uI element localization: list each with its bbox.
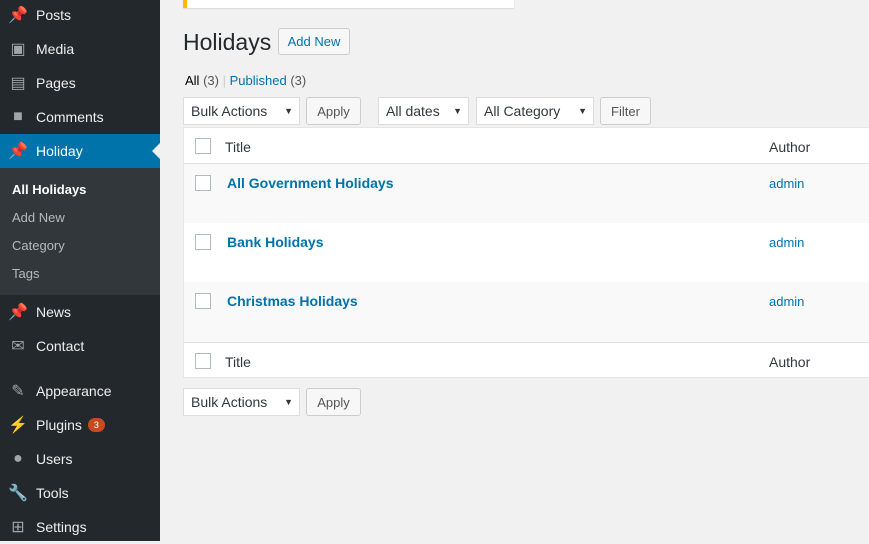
title-column-header[interactable]: Title	[225, 139, 251, 155]
menu-label: Pages	[36, 75, 76, 91]
menu-label: Comments	[36, 109, 104, 125]
admin-notice	[183, 0, 514, 8]
row-checkbox[interactable]	[195, 293, 211, 309]
apply-button[interactable]: Apply	[306, 97, 361, 125]
pin-icon: 📌	[8, 143, 28, 160]
menu-label: Users	[36, 451, 73, 467]
row-checkbox[interactable]	[195, 175, 211, 191]
select-all-checkbox[interactable]	[195, 353, 211, 369]
menu-label: Settings	[36, 519, 87, 535]
menu-comments[interactable]: ■ Comments	[0, 100, 160, 134]
menu-contact[interactable]: ✉ Contact	[0, 329, 160, 363]
menu-label: Holiday	[36, 143, 83, 159]
pin-icon: 📌	[8, 7, 28, 24]
all-count: (3)	[203, 73, 219, 88]
comment-icon: ■	[13, 108, 23, 125]
add-new-button[interactable]: Add New	[278, 28, 350, 55]
title-column-footer[interactable]: Title	[225, 354, 251, 370]
menu-label: Contact	[36, 338, 85, 354]
plugin-icon: ⚡	[8, 417, 28, 434]
mail-icon: ✉	[11, 338, 25, 355]
status-filters: All (3) | Published (3)	[185, 73, 306, 88]
user-icon: ●	[13, 450, 23, 467]
row-title-link[interactable]: All Government Holidays	[227, 175, 393, 191]
row-title-link[interactable]: Bank Holidays	[227, 234, 323, 250]
bulk-actions-select-bottom[interactable]: Bulk Actions	[183, 388, 300, 416]
apply-button-bottom[interactable]: Apply	[306, 388, 361, 416]
submenu-tags[interactable]: Tags	[12, 266, 39, 281]
filter-button[interactable]: Filter	[600, 97, 651, 125]
published-count: (3)	[290, 73, 307, 88]
submenu-add-new[interactable]: Add New	[12, 210, 65, 225]
page-title: Holidays	[183, 29, 272, 55]
wrench-icon: 🔧	[8, 485, 28, 502]
author-column-header: Author	[769, 139, 811, 155]
menu-users[interactable]: ● Users	[0, 442, 160, 476]
separator: |	[222, 73, 226, 88]
menu-holiday[interactable]: 📌 Holiday	[0, 134, 160, 168]
pin-icon: 📌	[8, 304, 28, 321]
filter-all[interactable]: All	[185, 73, 199, 88]
menu-label: Appearance	[36, 383, 112, 399]
menu-news[interactable]: 📌 News	[0, 295, 160, 329]
submenu-all-holidays[interactable]: All Holidays	[12, 182, 86, 197]
menu-media[interactable]: ▣ Media	[0, 32, 160, 66]
table-row: Bank Holidays admin	[184, 223, 869, 282]
holiday-submenu: All Holidays Add New Category Tags	[0, 168, 160, 295]
dates-select[interactable]: All dates	[378, 97, 469, 125]
menu-tools[interactable]: 🔧 Tools	[0, 476, 160, 510]
menu-pages[interactable]: ▤ Pages	[0, 66, 160, 100]
settings-icon: ⊞	[11, 519, 25, 536]
row-author-link[interactable]: admin	[769, 176, 804, 191]
bulk-actions-select[interactable]: Bulk Actions	[183, 97, 300, 125]
media-icon: ▣	[10, 41, 26, 58]
holidays-table: Title Author All Government Holidays adm…	[183, 127, 869, 378]
brush-icon: ✎	[11, 383, 25, 400]
select-all-checkbox[interactable]	[195, 138, 211, 154]
table-row: All Government Holidays admin	[184, 164, 869, 223]
filter-published[interactable]: Published	[230, 73, 287, 88]
category-select[interactable]: All Category	[476, 97, 594, 125]
update-count-badge: 3	[87, 418, 105, 432]
menu-appearance[interactable]: ✎ Appearance	[0, 374, 160, 408]
admin-sidebar: 📌 Posts ▣ Media ▤ Pages ■ Comments 📌 Holiday …	[0, 0, 160, 541]
pages-icon: ▤	[10, 75, 26, 92]
submenu-category[interactable]: Category	[12, 238, 65, 253]
row-author-link[interactable]: admin	[769, 294, 804, 309]
menu-label: Media	[36, 41, 75, 57]
table-header: Title Author	[184, 128, 869, 164]
table-row: Christmas Holidays admin	[184, 282, 869, 342]
menu-label: Tools	[36, 485, 69, 501]
menu-plugins[interactable]: ⚡ Plugins 3	[0, 408, 160, 442]
author-column-footer: Author	[769, 354, 811, 370]
row-author-link[interactable]: admin	[769, 235, 804, 250]
menu-label: Posts	[36, 7, 72, 23]
menu-settings[interactable]: ⊞ Settings	[0, 510, 160, 544]
menu-posts[interactable]: 📌 Posts	[0, 0, 160, 32]
menu-label: Plugins	[36, 417, 82, 433]
table-footer: Title Author	[184, 342, 869, 378]
menu-label: News	[36, 304, 72, 320]
row-title-link[interactable]: Christmas Holidays	[227, 293, 358, 309]
row-checkbox[interactable]	[195, 234, 211, 250]
